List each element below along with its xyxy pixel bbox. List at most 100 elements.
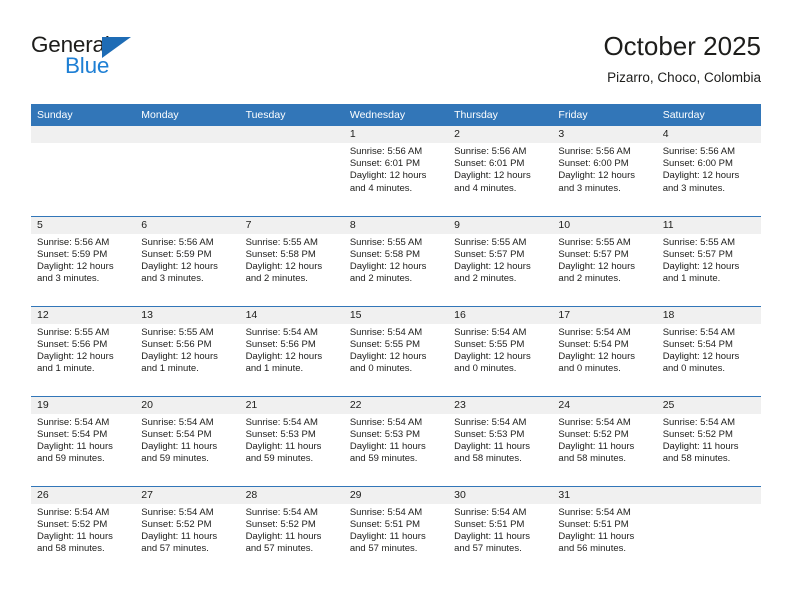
day-details: Sunrise: 5:54 AM Sunset: 5:52 PM Daylight:…: [135, 504, 239, 556]
calendar-day-cell[interactable]: 4 Sunrise: 5:56 AM Sunset: 6:00 PM Daylight…: [656, 126, 761, 216]
calendar-day-cell[interactable]: 9 Sunrise: 5:55 AM Sunset: 5:57 PM Daylight…: [448, 215, 553, 306]
daylight-text: Daylight: 11 hours: [558, 440, 635, 452]
daylight-text: Daylight: 12 hours: [454, 170, 531, 182]
daylight-text: Daylight: 11 hours: [558, 530, 635, 542]
daylight-text: Daylight: 12 hours: [454, 260, 531, 272]
day-number: 29: [343, 486, 449, 504]
calendar-day-cell[interactable]: 3 Sunrise: 5:56 AM Sunset: 6:00 PM Daylight…: [552, 126, 657, 216]
calendar-day-cell[interactable]: 17 Sunrise: 5:54 AM Sunset: 5:54 PM Dayligh…: [552, 305, 657, 396]
daylight-text-cont: and 58 minutes.: [558, 453, 627, 465]
daylight-text-cont: and 58 minutes.: [37, 543, 105, 555]
daylight-text: Daylight: 11 hours: [454, 530, 530, 542]
calendar-day-cell-empty: [135, 126, 240, 216]
day-number: 23: [448, 396, 553, 414]
calendar-week-row: 26 Sunrise: 5:54 AM Sunset: 5:52 PM Dayligh…: [31, 485, 761, 576]
calendar-day-cell[interactable]: 11 Sunrise: 5:55 AM Sunset: 5:57 PM Dayligh…: [656, 215, 761, 306]
calendar-day-cell[interactable]: 8 Sunrise: 5:55 AM Sunset: 5:58 PM Daylight…: [343, 215, 449, 306]
calendar-day-cell[interactable]: 18 Sunrise: 5:54 AM Sunset: 5:54 PM Dayligh…: [656, 305, 761, 396]
calendar-day-cell[interactable]: 27 Sunrise: 5:54 AM Sunset: 5:52 PM Dayligh…: [135, 485, 240, 576]
day-number: 4: [656, 126, 761, 143]
calendar-day-cell[interactable]: 30 Sunrise: 5:54 AM Sunset: 5:51 PM Dayligh…: [448, 485, 553, 576]
day-cell-inner: 14 Sunrise: 5:54 AM Sunset: 5:56 PM Dayligh…: [239, 306, 344, 396]
day-number: 31: [552, 486, 657, 504]
sunrise-text: Sunrise: 5:54 AM: [245, 416, 318, 428]
day-number: 13: [135, 306, 240, 324]
sunset-text: Sunset: 6:01 PM: [454, 158, 525, 170]
calendar-day-cell[interactable]: 28 Sunrise: 5:54 AM Sunset: 5:52 PM Dayligh…: [239, 485, 344, 576]
calendar-day-cell[interactable]: 14 Sunrise: 5:54 AM Sunset: 5:56 PM Dayligh…: [239, 305, 344, 396]
calendar-day-cell[interactable]: 15 Sunrise: 5:54 AM Sunset: 5:55 PM Dayligh…: [343, 305, 449, 396]
calendar-day-cell[interactable]: 22 Sunrise: 5:54 AM Sunset: 5:53 PM Dayligh…: [343, 395, 449, 486]
day-cell-inner: 21 Sunrise: 5:54 AM Sunset: 5:53 PM Dayligh…: [239, 396, 344, 486]
calendar-day-cell[interactable]: 19 Sunrise: 5:54 AM Sunset: 5:54 PM Dayligh…: [31, 395, 136, 486]
day-cell-inner: 27 Sunrise: 5:54 AM Sunset: 5:52 PM Dayligh…: [135, 486, 240, 576]
day-details: Sunrise: 5:54 AM Sunset: 5:53 PM Daylight:…: [344, 414, 448, 466]
calendar-day-cell[interactable]: 26 Sunrise: 5:54 AM Sunset: 5:52 PM Dayligh…: [31, 485, 136, 576]
sunset-text: Sunset: 6:00 PM: [558, 158, 629, 170]
sunrise-text: Sunrise: 5:56 AM: [662, 146, 736, 157]
calendar-day-cell[interactable]: 25 Sunrise: 5:54 AM Sunset: 5:52 PM Dayligh…: [656, 395, 761, 486]
sunset-text: Sunset: 5:55 PM: [349, 338, 421, 350]
calendar-day-cell[interactable]: 10 Sunrise: 5:55 AM Sunset: 5:57 PM Dayligh…: [552, 215, 657, 306]
day-cell-inner: [135, 126, 240, 215]
daylight-text-cont: and 59 minutes.: [245, 453, 314, 465]
day-number: 30: [448, 486, 553, 504]
daylight-text-cont: and 0 minutes.: [454, 363, 517, 375]
daylight-text: Daylight: 12 hours: [37, 260, 114, 272]
calendar-day-cell[interactable]: 24 Sunrise: 5:54 AM Sunset: 5:52 PM Dayligh…: [552, 395, 657, 486]
day-details: Sunrise: 5:55 AM Sunset: 5:56 PM Daylight:…: [135, 324, 239, 376]
daylight-text-cont: and 3 minutes.: [662, 182, 726, 194]
sunrise-text: Sunrise: 5:54 AM: [37, 506, 110, 518]
daylight-text: Daylight: 11 hours: [37, 440, 113, 452]
sunset-text: Sunset: 5:52 PM: [141, 518, 212, 530]
daylight-text-cont: and 57 minutes.: [349, 543, 418, 555]
day-number: 18: [656, 306, 761, 324]
general-blue-logo[interactable]: General Blue: [31, 32, 221, 92]
daylight-text-cont: and 57 minutes.: [454, 543, 522, 555]
day-details: Sunrise: 5:54 AM Sunset: 5:53 PM Daylight:…: [240, 414, 344, 466]
calendar-day-cell[interactable]: 16 Sunrise: 5:54 AM Sunset: 5:55 PM Dayligh…: [448, 305, 553, 396]
sunset-text: Sunset: 5:57 PM: [558, 248, 629, 260]
daylight-text: Daylight: 12 hours: [558, 350, 635, 362]
sunset-text: Sunset: 5:51 PM: [454, 518, 525, 530]
calendar-day-cell[interactable]: 21 Sunrise: 5:54 AM Sunset: 5:53 PM Dayligh…: [239, 395, 344, 486]
daylight-text: Daylight: 11 hours: [141, 440, 218, 452]
sunset-text: Sunset: 5:56 PM: [37, 338, 108, 350]
day-details: Sunrise: 5:54 AM Sunset: 5:55 PM Daylight:…: [448, 324, 552, 376]
day-number: 5: [31, 216, 136, 234]
calendar-day-cell[interactable]: 12 Sunrise: 5:55 AM Sunset: 5:56 PM Dayligh…: [31, 305, 136, 396]
calendar-day-cell[interactable]: 5 Sunrise: 5:56 AM Sunset: 5:59 PM Daylight…: [31, 215, 136, 306]
day-details: Sunrise: 5:56 AM Sunset: 6:01 PM Daylight:…: [448, 143, 552, 195]
day-cell-inner: 30 Sunrise: 5:54 AM Sunset: 5:51 PM Dayligh…: [448, 486, 553, 576]
daylight-text: Daylight: 12 hours: [245, 260, 323, 272]
daylight-text-cont: and 1 minute.: [662, 273, 721, 285]
daylight-text-cont: and 2 minutes.: [558, 273, 621, 285]
day-details: Sunrise: 5:54 AM Sunset: 5:54 PM Daylight:…: [552, 324, 656, 376]
calendar-day-cell-empty: [656, 485, 761, 576]
calendar-day-cell[interactable]: 13 Sunrise: 5:55 AM Sunset: 5:56 PM Dayligh…: [135, 305, 240, 396]
day-details: Sunrise: 5:55 AM Sunset: 5:57 PM Daylight:…: [657, 234, 761, 286]
sunrise-text: Sunrise: 5:54 AM: [558, 506, 631, 518]
calendar-day-cell[interactable]: 29 Sunrise: 5:54 AM Sunset: 5:51 PM Dayligh…: [343, 485, 449, 576]
calendar-day-cell[interactable]: 7 Sunrise: 5:55 AM Sunset: 5:58 PM Daylight…: [239, 215, 344, 306]
sunrise-text: Sunrise: 5:54 AM: [454, 506, 527, 518]
sunrise-text: Sunrise: 5:54 AM: [454, 416, 527, 428]
calendar-day-cell[interactable]: 1 Sunrise: 5:56 AM Sunset: 6:01 PM Daylight…: [343, 126, 449, 216]
day-cell-inner: 20 Sunrise: 5:54 AM Sunset: 5:54 PM Dayligh…: [135, 396, 240, 486]
sunset-text: Sunset: 5:54 PM: [662, 338, 733, 350]
day-number: 11: [656, 216, 761, 234]
sunrise-text: Sunrise: 5:54 AM: [349, 326, 423, 338]
daylight-text-cont: and 2 minutes.: [349, 273, 413, 285]
day-cell-inner: 29 Sunrise: 5:54 AM Sunset: 5:51 PM Dayligh…: [343, 486, 449, 576]
day-cell-inner: 25 Sunrise: 5:54 AM Sunset: 5:52 PM Dayligh…: [656, 396, 761, 486]
day-cell-inner: 28 Sunrise: 5:54 AM Sunset: 5:52 PM Dayligh…: [239, 486, 344, 576]
calendar-day-cell[interactable]: 20 Sunrise: 5:54 AM Sunset: 5:54 PM Dayligh…: [135, 395, 240, 486]
calendar-day-cell[interactable]: 6 Sunrise: 5:56 AM Sunset: 5:59 PM Daylight…: [135, 215, 240, 306]
calendar-day-cell[interactable]: 2 Sunrise: 5:56 AM Sunset: 6:01 PM Daylight…: [448, 126, 553, 216]
sunset-text: Sunset: 5:53 PM: [349, 428, 421, 440]
calendar-day-cell[interactable]: 31 Sunrise: 5:54 AM Sunset: 5:51 PM Dayligh…: [552, 485, 657, 576]
day-details: Sunrise: 5:55 AM Sunset: 5:58 PM Daylight:…: [240, 234, 344, 286]
calendar-day-cell[interactable]: 23 Sunrise: 5:54 AM Sunset: 5:53 PM Dayligh…: [448, 395, 553, 486]
day-cell-inner: 9 Sunrise: 5:55 AM Sunset: 5:57 PM Daylight…: [448, 216, 553, 306]
daylight-text: Daylight: 12 hours: [141, 260, 218, 272]
